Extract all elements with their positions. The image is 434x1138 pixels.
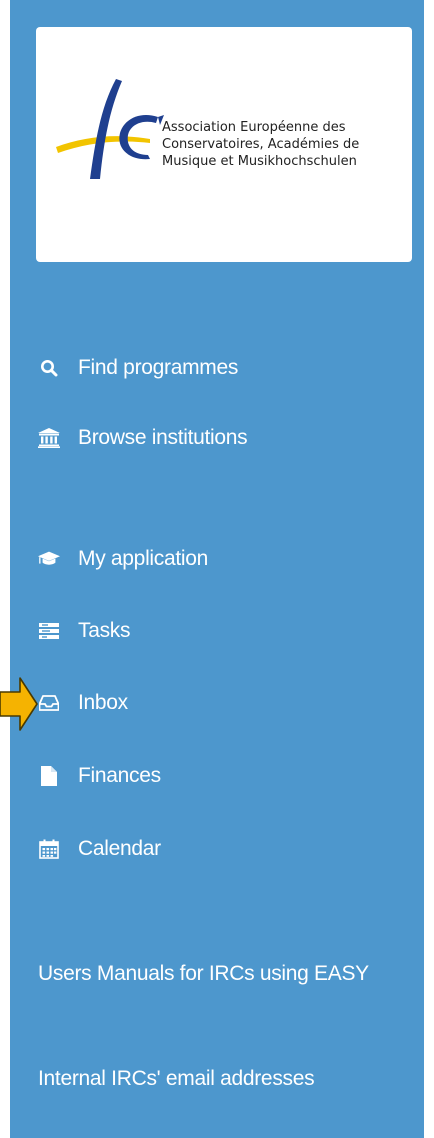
nav-label: Calendar — [78, 837, 161, 860]
document-icon — [38, 765, 60, 787]
aec-logo-icon — [56, 79, 164, 179]
nav-tasks[interactable]: Tasks — [38, 614, 130, 648]
users-manuals-link[interactable]: Users Manuals for IRCs using EASY — [38, 960, 408, 988]
nav-finances[interactable]: Finances — [38, 759, 161, 793]
pointer-arrow-icon — [0, 677, 38, 731]
nav-label: Inbox — [78, 691, 128, 714]
search-icon — [38, 357, 60, 379]
nav-my-application[interactable]: My application — [38, 542, 208, 576]
logo-text-line: Association Européenne des — [162, 120, 346, 135]
nav-label: Tasks — [78, 619, 131, 642]
inbox-icon — [38, 692, 60, 714]
nav-find-programmes[interactable]: Find programmes — [38, 351, 238, 385]
nav-label: My application — [78, 547, 209, 570]
nav-label: Browse institutions — [78, 426, 248, 449]
tasks-icon — [38, 620, 60, 642]
calendar-icon — [38, 838, 60, 860]
institution-icon — [38, 427, 60, 449]
nav-calendar[interactable]: Calendar — [38, 832, 161, 866]
nav-label: Finances — [78, 764, 161, 787]
sidebar: Association Européenne des Conservatoire… — [10, 0, 424, 1138]
nav-label: Find programmes — [78, 356, 239, 379]
nav-inbox[interactable]: Inbox — [38, 686, 128, 720]
internal-emails-link[interactable]: Internal IRCs' email addresses — [38, 1065, 408, 1093]
logo-text-line: Conservatoires, Académies de — [162, 137, 360, 152]
graduation-cap-icon — [38, 548, 60, 570]
logo-text-line: Musique et Musikhochschulen — [162, 154, 357, 169]
logo-text: Association Européenne des Conservatoire… — [162, 119, 412, 170]
nav-browse-institutions[interactable]: Browse institutions — [38, 421, 248, 455]
logo-card[interactable]: Association Européenne des Conservatoire… — [36, 27, 412, 262]
